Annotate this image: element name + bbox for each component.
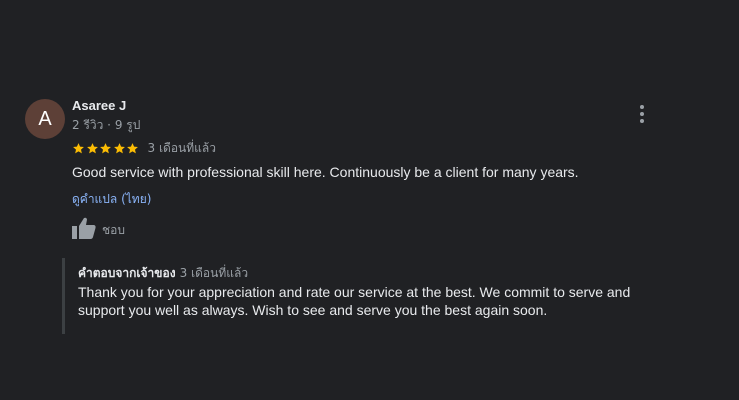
like-label: ชอบ (102, 222, 125, 237)
star-icon (127, 142, 138, 153)
thumbs-up-icon (72, 217, 96, 243)
rating-row: 3 เดือนที่แล้ว (72, 140, 216, 156)
avatar[interactable]: A (25, 99, 65, 139)
reply-time: 3 เดือนที่แล้ว (179, 266, 249, 280)
star-icon (73, 142, 84, 153)
star-icon (100, 142, 111, 153)
star-icon (113, 142, 125, 153)
reply-text: Thank you for your appreciation and rate… (78, 284, 631, 318)
star-icon (86, 142, 98, 153)
more-options-icon[interactable] (630, 102, 654, 126)
author-meta: 2 รีวิว · 9 รูป (72, 118, 141, 132)
reply-header: คำตอบจากเจ้าของ 3 เดือนที่แล้ว (78, 264, 248, 283)
reply-owner-label: คำตอบจากเจ้าของ (78, 266, 176, 280)
author-name[interactable]: Asaree J (72, 98, 126, 113)
owner-reply: คำตอบจากเจ้าของ 3 เดือนที่แล้ว Thank you … (62, 258, 685, 334)
like-button[interactable]: ชอบ (72, 217, 125, 243)
review-card: A Asaree J 2 รีวิว · 9 รูป 3 เดือนที่แล้… (0, 0, 739, 400)
star-rating (72, 142, 140, 155)
review-time: 3 เดือนที่แล้ว (147, 140, 217, 155)
review-text: Good service with professional skill her… (72, 164, 579, 180)
translate-link[interactable]: ดูคำแปล (ไทย) (72, 190, 151, 209)
